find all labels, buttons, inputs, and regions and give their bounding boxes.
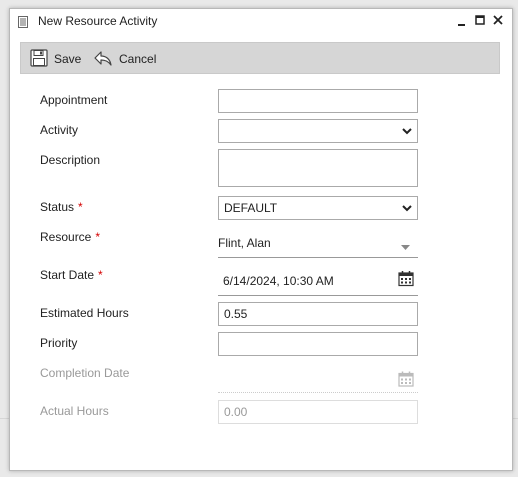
completion-date-label: Completion Date <box>40 366 130 380</box>
description-label: Description <box>40 153 101 167</box>
completion-date-picker <box>218 365 418 393</box>
new-resource-activity-dialog: New Resource Activity Save Cancel Appoin… <box>9 8 513 471</box>
close-icon[interactable] <box>492 13 504 27</box>
required-marker: * <box>95 230 101 244</box>
calendar-icon[interactable] <box>398 271 414 290</box>
chevron-down-icon <box>402 201 412 215</box>
appointment-input[interactable] <box>218 89 418 113</box>
save-button-label: Save <box>54 52 82 66</box>
description-textarea[interactable] <box>218 149 418 187</box>
actual-hours-label: Actual Hours <box>40 404 109 418</box>
window-controls <box>456 13 504 27</box>
start-date-picker[interactable]: 6/14/2024, 10:30 AM <box>218 265 418 296</box>
priority-input[interactable] <box>218 332 418 356</box>
dialog-titlebar[interactable]: New Resource Activity <box>10 9 512 35</box>
save-button[interactable]: Save <box>30 48 82 70</box>
status-value: DEFAULT <box>224 201 278 215</box>
actual-hours-value: 0.00 <box>224 405 248 419</box>
estimated-hours-label: Estimated Hours <box>40 306 129 320</box>
cancel-button-label: Cancel <box>119 52 157 66</box>
start-date-value: 6/14/2024, 10:30 AM <box>223 274 334 288</box>
resource-value: Flint, Alan <box>218 236 271 250</box>
actual-hours-input: 0.00 <box>218 400 418 424</box>
status-label-text: Status <box>40 200 75 214</box>
minimize-icon[interactable] <box>456 13 468 27</box>
background-gridline <box>0 418 9 419</box>
status-select[interactable]: DEFAULT <box>218 196 418 220</box>
estimated-hours-value: 0.55 <box>224 307 248 321</box>
start-date-label-text: Start Date <box>40 268 95 282</box>
appointment-label: Appointment <box>40 93 108 107</box>
dialog-title: New Resource Activity <box>38 14 158 28</box>
required-marker: * <box>78 200 83 214</box>
undo-icon <box>93 49 119 70</box>
priority-label: Priority <box>40 336 78 350</box>
estimated-hours-input[interactable]: 0.55 <box>218 302 418 326</box>
required-marker: * <box>98 268 103 282</box>
maximize-icon[interactable] <box>474 13 486 27</box>
resource-label: Resource * <box>40 230 100 244</box>
activity-label: Activity <box>40 123 79 137</box>
start-date-label: Start Date * <box>40 268 103 282</box>
window-icon <box>18 15 28 28</box>
disabled-underline <box>218 392 418 393</box>
background-gridline <box>513 418 518 419</box>
cancel-button[interactable]: Cancel <box>93 49 156 69</box>
chevron-down-icon <box>402 124 412 138</box>
save-icon <box>30 48 54 70</box>
activity-select[interactable] <box>218 119 418 143</box>
resource-label-text: Resource <box>40 230 92 244</box>
resource-combobox[interactable]: Flint, Alan <box>218 229 418 258</box>
status-label: Status * <box>40 200 83 214</box>
chevron-down-icon <box>401 240 410 254</box>
calendar-icon <box>398 371 414 392</box>
dialog-toolbar: Save Cancel <box>20 42 500 74</box>
